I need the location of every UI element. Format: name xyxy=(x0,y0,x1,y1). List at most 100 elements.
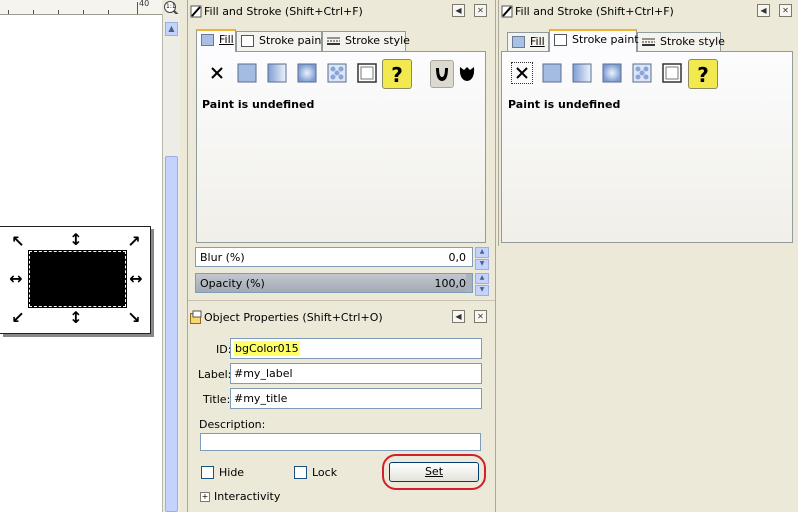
vertical-scrollbar[interactable]: ▲ xyxy=(162,14,180,512)
flat-color-button-2[interactable] xyxy=(541,62,563,84)
blur-down-icon[interactable]: ▼ xyxy=(475,259,489,270)
tab-stroke-style[interactable]: Stroke style xyxy=(322,31,410,51)
set-button[interactable]: Set xyxy=(389,462,479,482)
fill-stroke-titlebar-2[interactable]: Fill and Stroke (Shift+Ctrl+F) ◀ ✕ xyxy=(499,0,798,22)
close-icon[interactable]: ✕ xyxy=(474,310,487,323)
linear-gradient-icon xyxy=(572,63,592,83)
blur-spinner[interactable]: ▲ ▼ xyxy=(475,247,489,270)
description-field[interactable] xyxy=(200,433,481,451)
title-value: #my_title xyxy=(234,392,288,405)
pattern-button-2[interactable] xyxy=(631,62,653,84)
fill-rule-evenodd-button[interactable] xyxy=(430,60,454,88)
opacity-down-icon[interactable]: ▼ xyxy=(475,285,489,296)
swatch-button-2[interactable] xyxy=(661,62,683,84)
swatch-button[interactable] xyxy=(356,62,378,84)
collapse-icon[interactable]: ◀ xyxy=(452,4,465,17)
tab-stroke-style-2[interactable]: Stroke style xyxy=(637,32,725,52)
opacity-up-icon[interactable]: ▲ xyxy=(475,273,489,284)
flat-color-button[interactable] xyxy=(236,62,258,84)
resize-handle-w-icon[interactable]: ↔ xyxy=(8,271,24,287)
ruler-number: 40 xyxy=(139,0,150,8)
swatch-icon xyxy=(662,63,682,83)
fill-tab-icon xyxy=(512,36,525,48)
no-paint-icon xyxy=(211,67,223,79)
id-value: bgColor015 xyxy=(234,341,300,356)
tab-stroke-paint[interactable]: Stroke paint xyxy=(236,31,326,51)
stroke-style-tab-icon xyxy=(642,38,655,46)
radial-gradient-button-2[interactable] xyxy=(601,62,623,84)
label-value: #my_label xyxy=(234,367,293,380)
question-icon: ? xyxy=(697,63,709,87)
blur-value: 0,0 xyxy=(448,251,467,264)
close-icon[interactable]: ✕ xyxy=(474,4,487,17)
close-icon[interactable]: ✕ xyxy=(779,4,792,17)
unset-paint-button-2[interactable]: ? xyxy=(688,59,718,89)
panel-divider xyxy=(188,300,495,301)
pattern-icon xyxy=(327,63,347,83)
pattern-button[interactable] xyxy=(326,62,348,84)
resize-handle-s-icon[interactable]: ↕ xyxy=(68,310,84,326)
fill-stroke-titlebar[interactable]: Fill and Stroke (Shift+Ctrl+F) ◀ ✕ xyxy=(188,0,495,22)
tab-stroke-paint-2[interactable]: Stroke paint xyxy=(549,29,639,52)
expand-icon[interactable]: + xyxy=(200,492,210,502)
radial-gradient-icon xyxy=(297,63,317,83)
dock-panel: Fill and Stroke (Shift+Ctrl+F) ◀ ✕ Fill … xyxy=(187,0,496,512)
hide-label: Hide xyxy=(219,466,245,479)
tab-fill[interactable]: Fill xyxy=(196,29,236,52)
lock-label: Lock xyxy=(312,466,338,479)
hide-checkbox[interactable] xyxy=(201,466,214,479)
no-paint-button[interactable] xyxy=(206,62,228,84)
resize-handle-e-icon[interactable]: ↔ xyxy=(128,271,144,287)
lock-checkbox[interactable] xyxy=(294,466,307,479)
opacity-spinner[interactable]: ▲ ▼ xyxy=(475,273,489,296)
object-properties-titlebar[interactable]: Object Properties (Shift+Ctrl+O) ◀ ✕ xyxy=(188,306,495,328)
fill-stroke-title: Fill and Stroke (Shift+Ctrl+F) xyxy=(204,5,363,18)
selected-rectangle[interactable] xyxy=(28,250,127,308)
title-field[interactable]: #my_title xyxy=(230,388,482,409)
drawing-canvas[interactable]: 40 ↖ ↕ ↗ ↔ ↔ ↙ ↕ ↘ xyxy=(0,0,162,512)
resize-handle-n-icon[interactable]: ↕ xyxy=(68,232,84,248)
resize-handle-se-icon[interactable]: ↘ xyxy=(126,310,142,326)
object-properties-icon xyxy=(190,310,202,324)
linear-gradient-button[interactable] xyxy=(266,62,288,84)
no-paint-icon xyxy=(516,67,528,79)
no-paint-button-2[interactable] xyxy=(511,62,533,84)
resize-handle-sw-icon[interactable]: ↙ xyxy=(10,310,26,326)
stroke-paint-tab-icon xyxy=(554,34,567,46)
paint-status: Paint is undefined xyxy=(202,98,315,111)
id-field[interactable]: bgColor015 xyxy=(230,338,482,359)
scroll-thumb[interactable] xyxy=(165,156,178,512)
object-properties-title: Object Properties (Shift+Ctrl+O) xyxy=(204,311,383,324)
resize-handle-nw-icon[interactable]: ↖ xyxy=(10,234,26,250)
fill-tab-icon xyxy=(201,34,214,46)
label-label: Label: xyxy=(198,368,232,381)
resize-handle-ne-icon[interactable]: ↗ xyxy=(126,234,142,250)
label-field[interactable]: #my_label xyxy=(230,363,482,384)
horizontal-ruler[interactable]: 40 xyxy=(0,0,162,15)
scroll-up-icon[interactable]: ▲ xyxy=(165,22,178,36)
unset-paint-button[interactable]: ? xyxy=(382,59,412,89)
linear-gradient-button-2[interactable] xyxy=(571,62,593,84)
radial-gradient-icon xyxy=(602,63,622,83)
flat-color-icon xyxy=(542,63,562,83)
opacity-value: 100,0 xyxy=(434,277,467,290)
stroke-style-tab-icon xyxy=(327,37,340,45)
opacity-label: Opacity (%) xyxy=(200,277,265,290)
fill-stroke-dialog-icon xyxy=(501,5,513,18)
swatch-icon xyxy=(357,63,377,83)
description-label: Description: xyxy=(199,418,266,431)
collapse-icon[interactable]: ◀ xyxy=(452,310,465,323)
fill-rule-nonzero-button[interactable] xyxy=(456,62,478,84)
opacity-slider[interactable]: Opacity (%) 100,0 xyxy=(195,273,473,293)
blur-label: Blur (%) xyxy=(200,251,245,264)
blur-up-icon[interactable]: ▲ xyxy=(475,247,489,258)
radial-gradient-button[interactable] xyxy=(296,62,318,84)
floating-dock-panel: Fill and Stroke (Shift+Ctrl+F) ◀ ✕ Fill … xyxy=(498,0,798,246)
interactivity-expander[interactable]: Interactivity xyxy=(214,490,280,503)
linear-gradient-icon xyxy=(267,63,287,83)
fill-stroke-dialog-icon xyxy=(190,5,202,18)
tab-fill-2[interactable]: Fill xyxy=(507,32,549,52)
collapse-icon[interactable]: ◀ xyxy=(757,4,770,17)
fill-stroke-title-2: Fill and Stroke (Shift+Ctrl+F) xyxy=(515,5,674,18)
blur-field[interactable]: Blur (%) 0,0 xyxy=(195,247,473,267)
